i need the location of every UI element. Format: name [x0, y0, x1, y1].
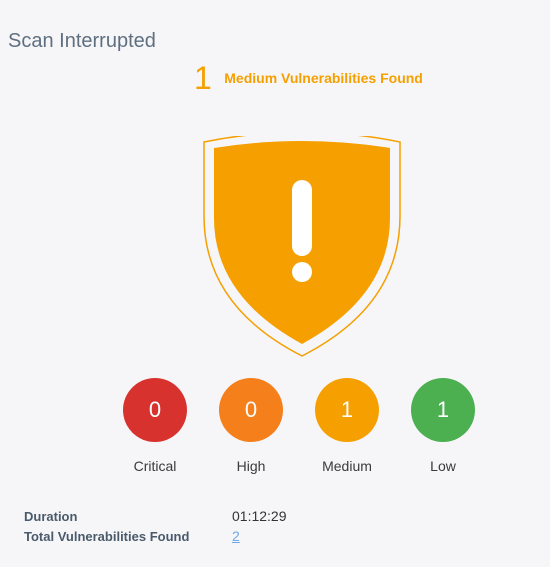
high-label: High	[236, 458, 266, 474]
low-count-badge: 1	[411, 378, 475, 442]
scan-details: Duration 01:12:29 Total Vulnerabilities …	[24, 506, 287, 546]
total-vulnerabilities-label: Total Vulnerabilities Found	[24, 528, 190, 544]
medium-label: Medium	[322, 458, 372, 474]
vulnerability-summary: 1 Medium Vulnerabilities Found	[194, 58, 423, 98]
high-count-badge: 0	[219, 378, 283, 442]
scan-status-title: Scan Interrupted	[8, 30, 156, 52]
shield-exclamation-icon	[203, 136, 401, 357]
duration-label: Duration	[24, 508, 78, 524]
severity-high: 0 High	[219, 378, 283, 474]
low-label: Low	[430, 458, 456, 474]
summary-count: 1	[194, 60, 212, 96]
critical-label: Critical	[133, 458, 177, 474]
critical-count-badge: 0	[123, 378, 187, 442]
severity-breakdown: 0 Critical 0 High 1 Medium 1 Low	[123, 378, 475, 474]
exclamation-dot	[292, 262, 312, 282]
total-row: Total Vulnerabilities Found 2	[24, 526, 287, 546]
severity-low: 1 Low	[411, 378, 475, 474]
total-vulnerabilities-link[interactable]: 2	[232, 528, 240, 544]
duration-value: 01:12:29	[232, 508, 287, 524]
exclamation-bar	[292, 180, 312, 256]
severity-medium: 1 Medium	[315, 378, 379, 474]
duration-row: Duration 01:12:29	[24, 506, 287, 526]
medium-count-badge: 1	[315, 378, 379, 442]
severity-critical: 0 Critical	[123, 378, 187, 474]
summary-label: Medium Vulnerabilities Found	[224, 70, 423, 86]
